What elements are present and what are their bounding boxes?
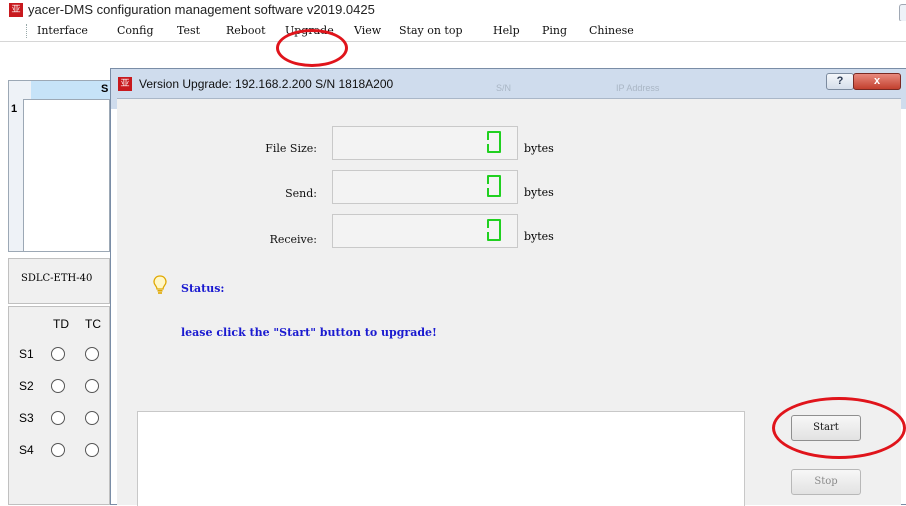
- device-grid: 1 S: [8, 80, 111, 252]
- io-row-label: S2: [19, 379, 34, 393]
- lightbulb-icon: [153, 275, 167, 294]
- dialog-app-icon: 亚: [118, 77, 132, 91]
- io-radio[interactable]: [85, 379, 99, 393]
- grid-header-fragment: S: [101, 83, 109, 95]
- annotation-ring-start: [772, 397, 906, 459]
- grid-row-header: [9, 99, 24, 251]
- menu-reboot[interactable]: Reboot: [226, 24, 266, 37]
- io-status-panel: TD TC S1 S2 S3 S4: [8, 306, 110, 505]
- io-radio[interactable]: [85, 443, 99, 457]
- io-header-td: TD: [53, 317, 69, 331]
- stop-button[interactable]: Stop: [791, 469, 861, 495]
- upgrade-log-area[interactable]: [137, 411, 745, 506]
- lcd-digit: [487, 131, 501, 153]
- receive-label: Receive:: [269, 233, 317, 246]
- io-row-label: S4: [19, 443, 34, 457]
- menu-stay-on-top[interactable]: Stay on top: [399, 24, 463, 37]
- header-fragment: IP Address: [616, 83, 660, 93]
- help-button[interactable]: ?: [826, 73, 854, 90]
- io-radio[interactable]: [51, 443, 65, 457]
- annotation-ring-upgrade: [276, 29, 348, 67]
- lcd-digit: [487, 219, 501, 241]
- menu-help[interactable]: Help: [493, 24, 520, 37]
- io-radio[interactable]: [85, 347, 99, 361]
- device-name-label: SDLC-ETH-40: [21, 273, 93, 284]
- io-radio[interactable]: [51, 347, 65, 361]
- file-size-label: File Size:: [265, 142, 317, 155]
- grid-row-number[interactable]: 1: [11, 103, 17, 115]
- receive-display: [332, 214, 518, 248]
- send-display: [332, 170, 518, 204]
- io-radio[interactable]: [51, 379, 65, 393]
- io-radio[interactable]: [51, 411, 65, 425]
- close-button[interactable]: x: [853, 73, 901, 90]
- lcd-digit: [487, 175, 501, 197]
- io-row-label: S1: [19, 347, 34, 361]
- file-size-unit: bytes: [524, 142, 554, 155]
- menu-interface[interactable]: Interface: [37, 24, 88, 37]
- grid-header-selected: [31, 81, 111, 99]
- send-label: Send:: [285, 187, 317, 200]
- status-label: Status:: [181, 282, 225, 295]
- header-fragment: S/N: [496, 83, 512, 93]
- io-header-tc: TC: [85, 317, 101, 331]
- window-controls-edge[interactable]: [899, 4, 906, 22]
- app-icon: 亚: [9, 3, 23, 17]
- menu-view[interactable]: View: [354, 24, 381, 37]
- dialog-title: Version Upgrade: 192.168.2.200 S/N 1818A…: [139, 77, 394, 91]
- io-row-label: S3: [19, 411, 34, 425]
- main-window-titlebar: 亚 yacer-DMS configuration management sof…: [0, 0, 906, 22]
- menu-grip: [26, 24, 29, 38]
- device-panel: SDLC-ETH-40: [8, 258, 110, 304]
- menu-config[interactable]: Config: [117, 24, 154, 37]
- io-radio[interactable]: [85, 411, 99, 425]
- menu-chinese[interactable]: Chinese: [589, 24, 634, 37]
- file-size-display: [332, 126, 518, 160]
- menu-ping[interactable]: Ping: [542, 24, 567, 37]
- window-title: yacer-DMS configuration management softw…: [28, 2, 375, 17]
- receive-unit: bytes: [524, 230, 554, 243]
- status-message: lease click the "Start" button to upgrad…: [181, 326, 437, 339]
- menu-bar: Interface Config Test Reboot Upgrade Vie…: [0, 21, 906, 42]
- menu-test[interactable]: Test: [177, 24, 200, 37]
- send-unit: bytes: [524, 186, 554, 199]
